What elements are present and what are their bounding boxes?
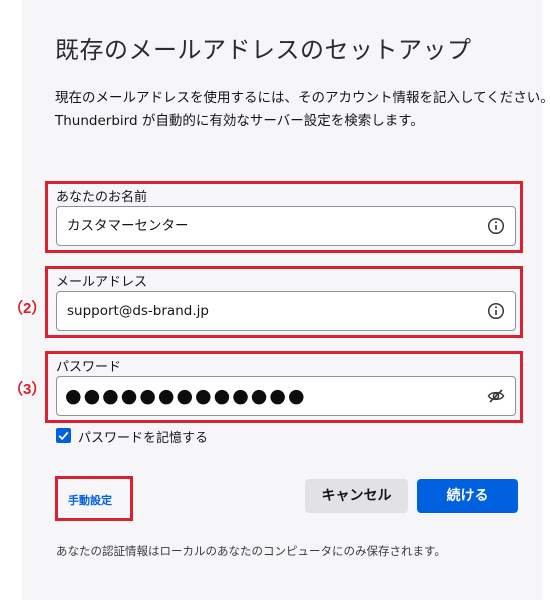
remember-password-label[interactable]: パスワードを記憶する [78,427,208,446]
cancel-button[interactable]: キャンセル [305,479,408,513]
manual-config-link[interactable]: 手動設定 [68,492,112,508]
info-icon[interactable] [487,217,505,235]
email-label: メールアドレス [56,275,148,290]
name-label: あなたのお名前 [56,190,148,205]
email-value: support@ds-brand.jp [67,303,209,319]
password-label: パスワード [56,360,122,375]
eye-slash-icon[interactable] [487,387,505,405]
continue-button[interactable]: 続ける [417,479,518,513]
description: 現在のメールアドレスを使用するには、そのアカウント情報を記入してください。 Th… [55,87,550,133]
name-value: カスタマーセンター [67,218,189,234]
annotation-marker-3: （3） [8,381,47,398]
name-input[interactable]: カスタマーセンター [56,206,516,246]
page-title: 既存のメールアドレスのセットアップ [55,36,472,64]
password-value: ●●●●●●●●●●●●● [65,385,307,407]
password-input[interactable]: ●●●●●●●●●●●●● [56,376,516,416]
description-line-1: 現在のメールアドレスを使用するには、そのアカウント情報を記入してください。 [55,90,550,106]
credentials-footnote: あなたの認証情報はローカルのあなたのコンピュータにのみ保存されます。 [56,544,446,558]
info-icon[interactable] [487,302,505,320]
description-line-2: Thunderbird が自動的に有効なサーバー設定を検索します。 [55,113,424,129]
remember-password-checkbox[interactable] [56,428,71,443]
checkmark-icon [58,431,69,441]
annotation-marker-2: （2） [8,300,47,317]
email-input[interactable]: support@ds-brand.jp [56,291,516,331]
